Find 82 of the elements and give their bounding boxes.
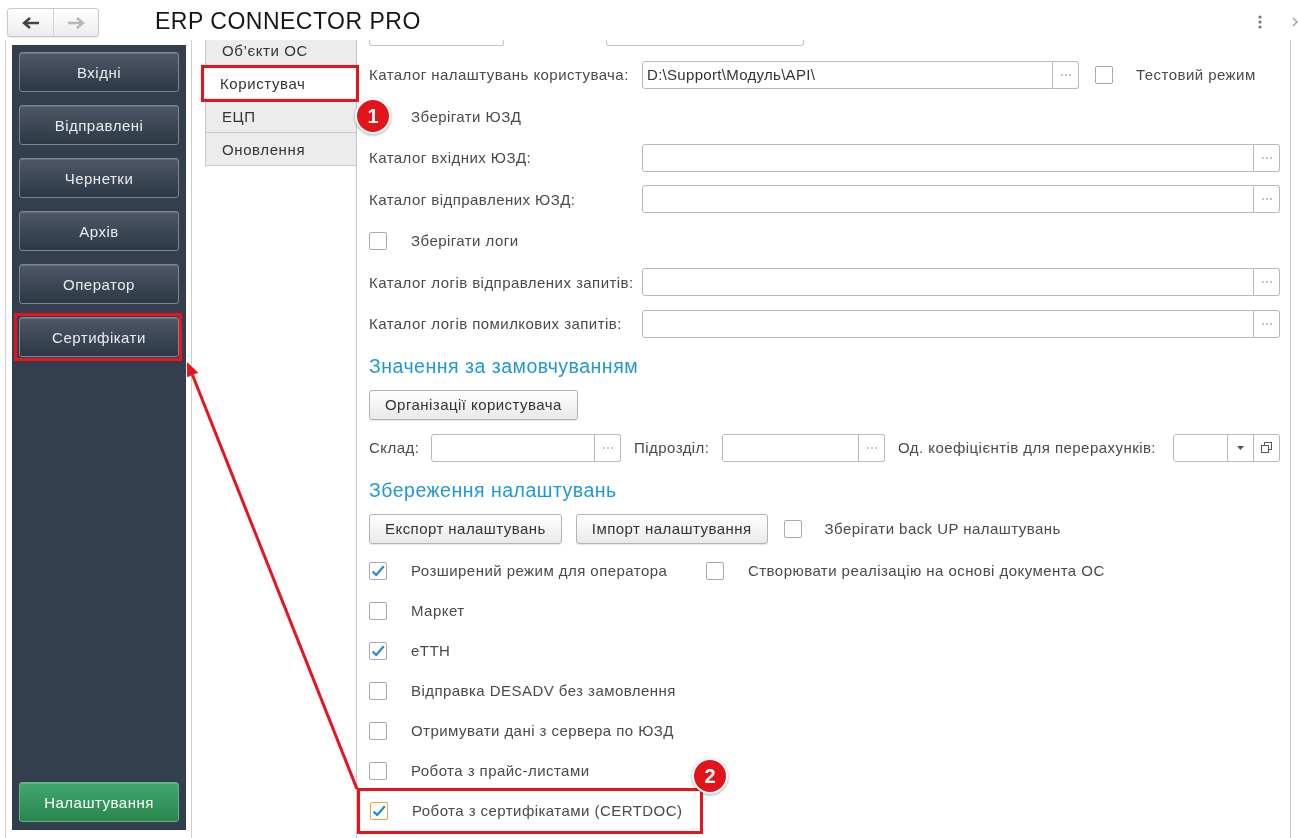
checkbox-label: Створювати реалізацію на основі документа ОС	[748, 562, 1105, 579]
section-heading: Значення за замовчуванням	[369, 355, 639, 378]
checkmark-icon	[372, 804, 386, 817]
checkbox-label: Зберігати back UP налаштувань	[824, 520, 1061, 537]
ellipsis-icon	[1261, 198, 1272, 201]
action-button[interactable]: Експорт налаштувань	[369, 513, 562, 544]
sidebar-button[interactable]: Чернетки	[19, 158, 179, 198]
checkbox-label: Робота з прайс-листами	[411, 762, 590, 779]
checkbox[interactable]	[370, 801, 388, 820]
field-label: Каталог логів помилкових запитів:	[369, 315, 623, 333]
dropdown-field[interactable]	[1173, 433, 1228, 462]
ellipsis-icon	[1261, 156, 1272, 159]
checkmark-icon	[371, 644, 385, 657]
field-label: Каталог вхідних ЮЗД:	[369, 149, 533, 167]
open-button[interactable]	[1254, 433, 1280, 462]
sidebar-button[interactable]: Сертифікати	[19, 317, 179, 357]
browse-button[interactable]	[1254, 143, 1280, 172]
sidebar-button[interactable]: Налаштування	[19, 782, 179, 822]
action-button[interactable]: Організації користувача	[369, 389, 578, 420]
sidebar-button[interactable]: Оператор	[19, 264, 179, 304]
checkbox-label: Робота з сертифікатами (CERTDOC)	[412, 802, 683, 819]
step-badge: 1	[355, 98, 391, 134]
checkbox-label: Відправка DESADV без замовлення	[411, 682, 676, 699]
overlapping-squares-icon	[1261, 442, 1272, 453]
step-badge: 2	[692, 758, 728, 794]
ellipsis-icon	[1060, 73, 1071, 76]
tab[interactable]: Оновлення	[205, 132, 356, 166]
checkbox[interactable]	[369, 601, 387, 620]
checkmark-icon	[371, 564, 385, 577]
checkbox-label: Розширений режим для оператора	[411, 562, 668, 579]
choice-field[interactable]	[722, 433, 859, 462]
checkbox[interactable]	[369, 681, 387, 700]
choice-field[interactable]	[431, 433, 595, 462]
field-label: Склад:	[369, 439, 421, 456]
browse-button[interactable]	[859, 433, 885, 462]
arrow-left-icon	[21, 16, 40, 29]
path-field[interactable]: D:\Support\Модуль\API\	[642, 60, 1053, 89]
cut-off-button[interactable]	[369, 40, 504, 46]
checkbox-label: Маркет	[411, 602, 465, 619]
path-field[interactable]	[642, 309, 1254, 338]
tab[interactable]: Об’єкти ОС	[205, 40, 356, 67]
checkbox-label: еТТН	[411, 642, 451, 659]
arrow-right-icon	[67, 16, 85, 29]
cut-off-field[interactable]	[606, 40, 804, 46]
checkbox[interactable]	[369, 231, 387, 250]
checkbox[interactable]	[1095, 65, 1113, 84]
field-label: Каталог логів відправлених запитів:	[369, 273, 635, 291]
field-label: Каталог налаштувань користувача:	[369, 66, 630, 84]
action-button[interactable]: Імпорт налаштування	[575, 513, 768, 544]
checkbox-label: Зберігати логи	[411, 232, 519, 250]
checkbox-label: Тестовий режим	[1136, 66, 1256, 84]
ellipsis-icon	[1261, 322, 1272, 325]
checkbox[interactable]	[706, 561, 724, 580]
checkbox[interactable]	[369, 761, 387, 780]
kebab-menu-icon[interactable]	[1258, 15, 1262, 29]
browse-button[interactable]	[1053, 60, 1079, 89]
sidebar-button[interactable]: Відправлені	[19, 105, 179, 145]
checkbox[interactable]	[369, 641, 387, 660]
checkbox[interactable]	[369, 721, 387, 740]
ellipsis-icon	[1261, 281, 1272, 284]
window-title: ERP CONNECTOR PRO	[155, 8, 421, 35]
ellipsis-icon	[866, 446, 877, 449]
checkbox[interactable]	[369, 561, 387, 580]
sidebar-button[interactable]: Архів	[19, 211, 179, 251]
path-field[interactable]	[642, 185, 1254, 214]
ellipsis-icon	[602, 446, 613, 449]
caret-icon	[1237, 445, 1244, 450]
path-field[interactable]	[642, 268, 1254, 297]
chevron-icon[interactable]	[1292, 17, 1298, 27]
checkbox-label: Зберігати ЮЗД	[411, 107, 522, 125]
sidebar-button[interactable]: Вхідні	[19, 52, 179, 92]
field-label: Од. коефіцієнтів для перерахунків:	[898, 439, 1157, 456]
checkbox-label: Отримувати дані з сервера по ЮЗД	[411, 722, 674, 739]
browse-button[interactable]	[595, 433, 621, 462]
field-label: Підрозділ:	[634, 439, 711, 456]
path-field[interactable]	[642, 143, 1254, 172]
section-heading: Збереження налаштувань	[369, 479, 617, 502]
checkbox[interactable]	[783, 519, 802, 538]
field-label: Каталог відправлених ЮЗД:	[369, 190, 577, 208]
browse-button[interactable]	[1254, 268, 1280, 297]
browse-button[interactable]	[1254, 185, 1280, 214]
browse-button[interactable]	[1254, 309, 1280, 338]
